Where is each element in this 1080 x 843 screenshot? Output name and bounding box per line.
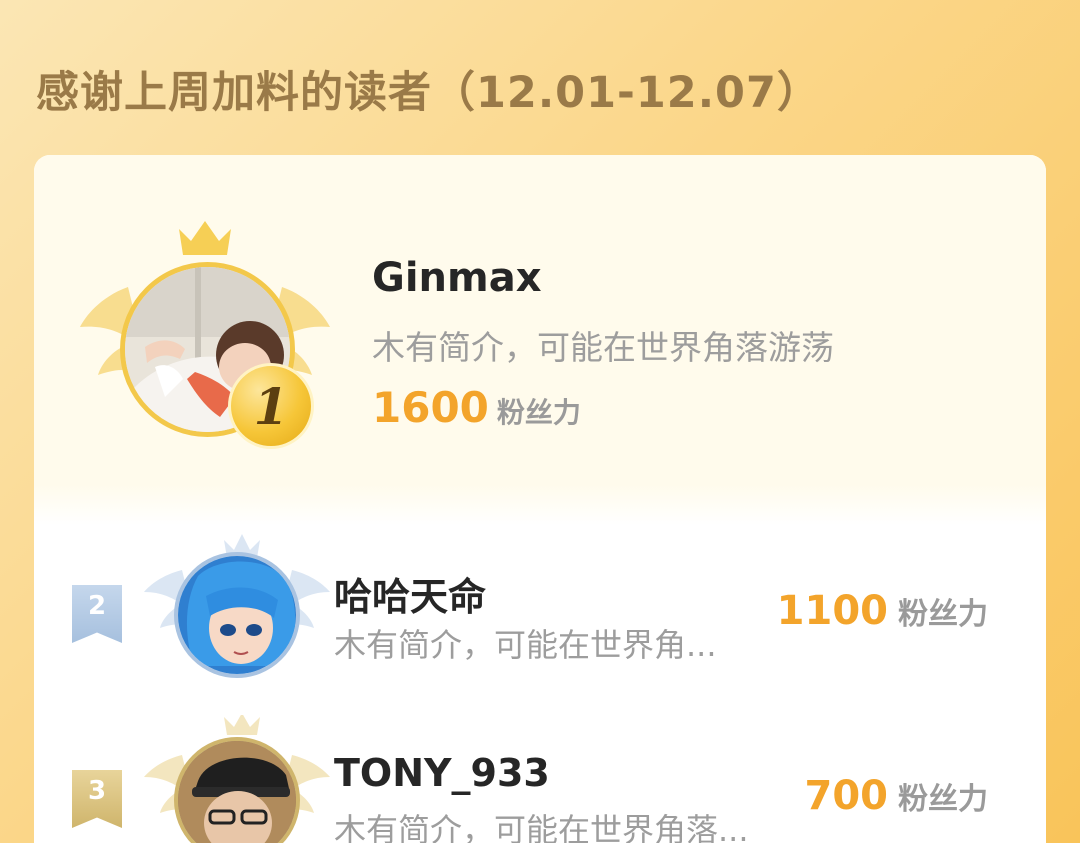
- avatar[interactable]: [174, 552, 300, 678]
- reader-bio: 木有简介，可能在世界角...: [334, 626, 717, 664]
- top-reader-score: 1600 粉丝力: [372, 383, 581, 432]
- crown-icon: [179, 221, 231, 255]
- top-reader-avatar-group[interactable]: 1: [80, 217, 330, 457]
- reader-ranking-card: 1 Ginmax 木有简介，可能在世界角落游荡 1600 粉丝力 2 哈哈天命 …: [34, 155, 1046, 843]
- medal-icon: 1: [228, 363, 314, 449]
- score-value: 700: [804, 773, 889, 819]
- page-title: 感谢上周加料的读者（12.01-12.07）: [36, 68, 821, 118]
- reader-score: 1100 粉丝力: [777, 588, 988, 634]
- ribbon-badge-icon: 3: [72, 770, 122, 828]
- reader-score: 700 粉丝力: [805, 773, 989, 819]
- score-value: 1600: [372, 383, 489, 432]
- score-unit: 粉丝力: [496, 396, 581, 429]
- score-unit: 粉丝力: [898, 597, 988, 632]
- top-reader-bio: 木有简介，可能在世界角落游荡: [372, 328, 834, 367]
- list-item[interactable]: 2 哈哈天命 木有简介，可能在世界角... 1100 粉丝力: [34, 530, 1046, 680]
- section-divider: [34, 485, 1046, 525]
- reader-name[interactable]: 哈哈天命: [334, 566, 486, 621]
- avatar-photo: [178, 741, 296, 843]
- score-value: 1100: [776, 588, 888, 634]
- top-reader-name[interactable]: Ginmax: [372, 255, 542, 301]
- ribbon-badge-icon: 2: [72, 585, 122, 643]
- list-item[interactable]: 3 TONY_933 木有简介，可能在世界角落... 700 粉丝力: [34, 715, 1046, 843]
- reader-name[interactable]: TONY_933: [334, 751, 550, 795]
- score-unit: 粉丝力: [898, 782, 988, 817]
- reader-bio: 木有简介，可能在世界角落...: [334, 811, 749, 843]
- top-reader-section[interactable]: 1 Ginmax 木有简介，可能在世界角落游荡 1600 粉丝力: [34, 155, 1046, 515]
